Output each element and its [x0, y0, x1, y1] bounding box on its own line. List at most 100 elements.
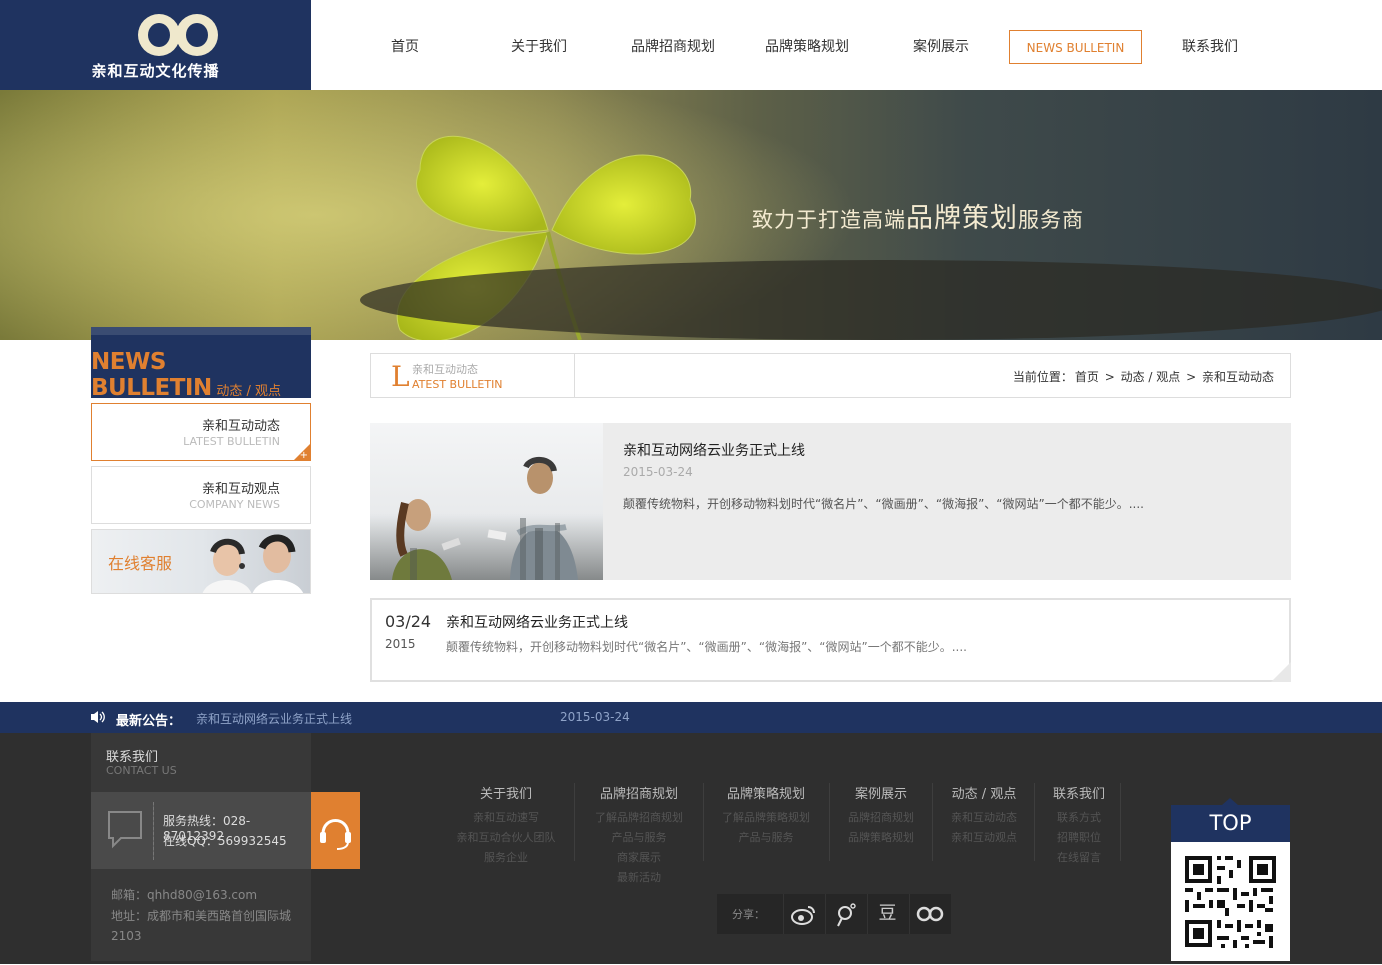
- headset-icon: [320, 819, 351, 850]
- featured-article[interactable]: 亲和互动网络云业务正式上线 2015-03-24 颠覆传统物料，开创移动物料划时…: [370, 423, 1291, 580]
- divider: [703, 783, 704, 861]
- footer-col-about: 关于我们 亲和互动速写 亲和互动合伙人团队 服务企业: [452, 783, 560, 868]
- nav-home[interactable]: 首页: [340, 30, 470, 64]
- divider: [1120, 783, 1121, 861]
- footer-link[interactable]: 产品与服务: [716, 828, 816, 848]
- corner-plus-icon: [1271, 662, 1291, 682]
- plus-icon: +: [299, 450, 308, 461]
- renren-icon-glyph: [916, 906, 944, 922]
- logo[interactable]: 亲和互动文化传播: [0, 0, 311, 90]
- footer-link[interactable]: 最新活动: [588, 868, 690, 888]
- qr-code: [1171, 842, 1290, 961]
- footer-col-title[interactable]: 动态 / 观点: [944, 783, 1024, 802]
- footer-link[interactable]: 了解品牌策略规划: [716, 808, 816, 828]
- footer-link[interactable]: 招聘职位: [1046, 828, 1112, 848]
- slogan-prefix: 致力于打造高端: [752, 208, 906, 232]
- announcement-link[interactable]: 亲和互动网络云业务正式上线: [196, 710, 352, 727]
- list-item-summary: 颠覆传统物料，开创移动物料划时代“微名片”、“微画册”、“微海报”、“微网站”一…: [446, 640, 967, 654]
- breadcrumb-separator: >: [1186, 370, 1197, 384]
- footer-link[interactable]: 亲和互动合伙人团队: [452, 828, 560, 848]
- brand-name: 亲和互动文化传播: [91, 62, 220, 80]
- qr-code-icon: [1171, 842, 1290, 961]
- weibo-icon-glyph: [791, 906, 815, 925]
- customer-service-button[interactable]: [311, 792, 360, 869]
- divider: [932, 783, 933, 861]
- section-letter: L: [391, 360, 410, 393]
- tencent-weibo-icon[interactable]: [825, 894, 865, 934]
- douban-icon[interactable]: 豆: [867, 894, 907, 934]
- footer-link[interactable]: 亲和互动动态: [944, 808, 1024, 828]
- contact-info-box: 服务热线：028-87012392 在线QQ：569932545: [91, 792, 311, 869]
- footer-link[interactable]: 服务企业: [452, 848, 560, 868]
- breadcrumb-news-views[interactable]: 动态 / 观点: [1121, 370, 1181, 384]
- breadcrumb-home[interactable]: 首页: [1075, 370, 1099, 384]
- sidebar-item-en-label: COMPANY NEWS: [189, 498, 280, 511]
- top-button[interactable]: TOP: [1171, 805, 1290, 842]
- nav-contact[interactable]: 联系我们: [1145, 30, 1275, 64]
- announcement-bar: 最新公告： 亲和互动网络云业务正式上线 2015-03-24: [0, 702, 1382, 733]
- footer-link[interactable]: 联系方式: [1046, 808, 1112, 828]
- breadcrumb-separator: >: [1104, 370, 1115, 384]
- couple-photo-image: [370, 457, 603, 580]
- footer-link[interactable]: 商家展示: [588, 848, 690, 868]
- speaker-icon: [91, 711, 105, 723]
- footer-link[interactable]: 品牌招商规划: [840, 808, 922, 828]
- breadcrumb-current[interactable]: 亲和互动动态: [1202, 370, 1274, 384]
- divider: [1034, 783, 1035, 861]
- list-item[interactable]: 03/24 2015 亲和互动网络云业务正式上线 颠覆传统物料，开创移动物料划时…: [370, 598, 1291, 682]
- slogan-highlight: 品牌策划: [906, 203, 1018, 234]
- footer-col-title[interactable]: 关于我们: [452, 783, 560, 802]
- footer-link[interactable]: 在线留言: [1046, 848, 1112, 868]
- footer-link[interactable]: 亲和互动速写: [452, 808, 560, 828]
- sidebar-item-en-label: LATEST BULLETIN: [183, 435, 280, 448]
- featured-article-summary: 颠覆传统物料，开创移动物料划时代“微名片”、“微画册”、“微海报”、“微网站”一…: [623, 497, 1144, 511]
- online-service-label: 在线客服: [108, 554, 173, 573]
- footer-contact-subtitle: CONTACT US: [106, 764, 177, 777]
- footer-col-cases: 案例展示 品牌招商规划 品牌策略规划: [840, 783, 922, 848]
- divider: [574, 354, 575, 397]
- weibo-icon[interactable]: [783, 894, 823, 934]
- list-item-year: 2015: [385, 637, 416, 651]
- up-arrow-icon: [1222, 798, 1238, 805]
- sidebar-item-latest-bulletin[interactable]: 亲和互动动态 LATEST BULLETIN +: [91, 403, 311, 461]
- logo-infinity-icon: [138, 14, 218, 56]
- footer-col-brand-investment: 品牌招商规划 了解品牌招商规划 产品与服务 商家展示 最新活动: [588, 783, 690, 888]
- slogan-suffix: 服务商: [1018, 208, 1084, 232]
- footer-col-title[interactable]: 品牌招商规划: [588, 783, 690, 802]
- featured-article-date: 2015-03-24: [623, 465, 693, 479]
- nav-about[interactable]: 关于我们: [474, 30, 604, 64]
- footer-link[interactable]: 产品与服务: [588, 828, 690, 848]
- share-bar: 分享： 豆: [717, 894, 951, 934]
- list-item-title[interactable]: 亲和互动网络云业务正式上线: [446, 612, 628, 632]
- sidebar-item-label: 亲和互动动态: [201, 419, 280, 434]
- tencent-weibo-icon-glyph: [837, 903, 856, 927]
- footer-contact-title: 联系我们: [106, 750, 159, 765]
- contact-email: 邮箱：qhhd80@163.com: [111, 888, 258, 902]
- online-service-button[interactable]: 在线客服: [91, 529, 311, 594]
- footer-col-title[interactable]: 联系我们: [1046, 783, 1112, 802]
- section-title: 亲和互动动态: [412, 363, 478, 376]
- featured-article-title[interactable]: 亲和互动网络云业务正式上线: [623, 440, 805, 460]
- footer-link[interactable]: 了解品牌招商规划: [588, 808, 690, 828]
- nav-cases[interactable]: 案例展示: [876, 30, 1006, 64]
- footer-contact: 联系我们 CONTACT US 服务热线：028-87012392 在线QQ：5…: [91, 733, 311, 961]
- nav-brand-investment[interactable]: 品牌招商规划: [608, 30, 738, 64]
- footer-col-title[interactable]: 品牌策略规划: [716, 783, 816, 802]
- divider: [153, 802, 154, 860]
- sidebar-item-label: 亲和互动观点: [201, 482, 280, 497]
- divider: [829, 783, 830, 861]
- footer-col-contact: 联系我们 联系方式 招聘职位 在线留言: [1046, 783, 1112, 868]
- footer-col-title[interactable]: 案例展示: [840, 783, 922, 802]
- renren-icon[interactable]: [909, 894, 949, 934]
- sidebar-subtitle: 动态 / 观点: [216, 384, 281, 399]
- nav-news-bulletin[interactable]: NEWS BULLETIN: [1009, 30, 1142, 64]
- sidebar-item-company-news[interactable]: 亲和互动观点 COMPANY NEWS: [91, 466, 311, 524]
- breadcrumb: 当前位置： 首页 > 动态 / 观点 > 亲和互动动态: [1012, 368, 1275, 385]
- footer-link[interactable]: 亲和互动观点: [944, 828, 1024, 848]
- sidebar-header: NEWS BULLETIN 动态 / 观点: [91, 327, 311, 401]
- divider: [574, 783, 575, 861]
- chat-bubble-icon: [108, 811, 142, 849]
- footer-link[interactable]: 品牌策略规划: [840, 828, 922, 848]
- announcement-date: 2015-03-24: [560, 710, 630, 724]
- nav-brand-strategy[interactable]: 品牌策略规划: [742, 30, 872, 64]
